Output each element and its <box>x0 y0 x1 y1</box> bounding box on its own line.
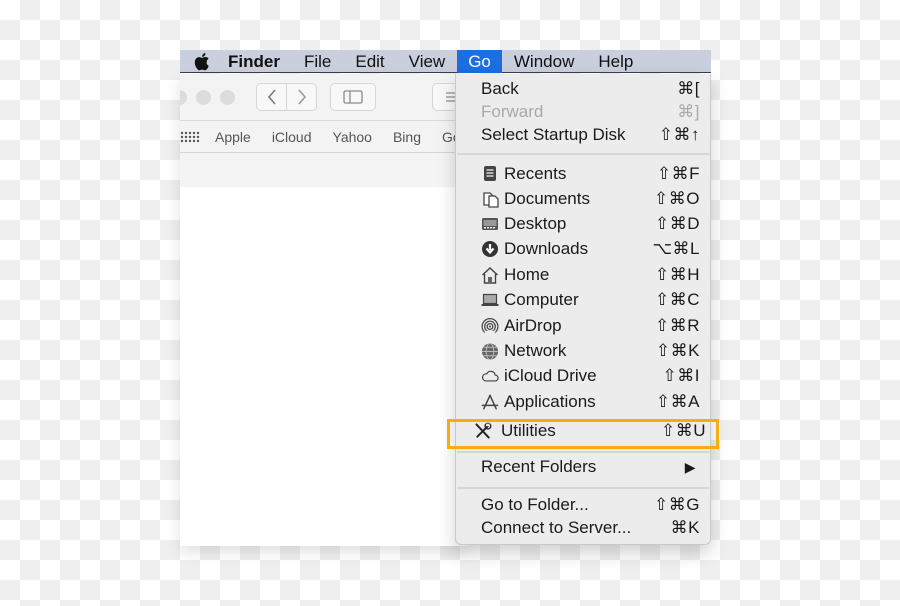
menu-go[interactable]: Go <box>457 49 502 73</box>
menu-finder[interactable]: Finder <box>218 50 292 73</box>
favorites-bar: Apple iCloud Yahoo Bing Go <box>180 121 470 153</box>
menu-item-label: Select Startup Disk <box>481 125 626 144</box>
menu-item-computer[interactable]: Computer ⇧⌘C <box>456 288 710 312</box>
menu-item-label: Recent Folders <box>481 457 597 476</box>
menu-item-label: Back <box>481 79 519 98</box>
menu-item-label: Network <box>504 341 567 360</box>
back-button[interactable] <box>256 83 287 111</box>
menu-item-recent-folders[interactable]: Recent Folders ▶ <box>456 455 710 479</box>
zoom-window-button[interactable] <box>220 90 235 105</box>
favorite-icloud[interactable]: iCloud <box>272 129 312 145</box>
window-toolbar <box>180 74 470 121</box>
menu-window[interactable]: Window <box>502 50 586 73</box>
menu-item-back[interactable]: Back ⌘[ <box>456 77 710 101</box>
desktop-icon <box>481 215 499 233</box>
airdrop-icon <box>481 317 499 335</box>
shortcut: ⇧⌘F <box>656 164 700 183</box>
menu-item-label: Computer <box>504 290 579 309</box>
menu-item-label: Utilities <box>501 421 556 440</box>
menu-item-label: Desktop <box>504 214 567 233</box>
shortcut: ⇧⌘↑ <box>658 125 700 144</box>
menu-item-label: Recents <box>504 164 567 183</box>
window-controls <box>180 90 235 105</box>
menu-item-home[interactable]: Home ⇧⌘H <box>456 263 710 287</box>
menu-item-downloads[interactable]: Downloads ⌥⌘L <box>456 237 710 261</box>
utilities-icon <box>474 422 492 440</box>
menu-item-forward: Forward ⌘] <box>456 100 710 124</box>
menu-item-network[interactable]: Network ⇧⌘K <box>456 339 710 363</box>
favorite-apple[interactable]: Apple <box>215 129 251 145</box>
shortcut: ⇧⌘U <box>660 421 706 440</box>
documents-icon <box>481 190 499 208</box>
chevron-right-icon <box>297 89 306 105</box>
menu-separator <box>457 487 709 489</box>
grid-icon[interactable] <box>180 131 200 143</box>
shortcut: ⌘[ <box>677 79 700 98</box>
menu-item-label: Documents <box>504 189 590 208</box>
menu-file[interactable]: File <box>292 50 343 73</box>
shortcut: ⇧⌘O <box>654 189 700 208</box>
forward-button[interactable] <box>286 83 317 111</box>
menu-item-desktop[interactable]: Desktop ⇧⌘D <box>456 212 710 236</box>
shortcut: ⌥⌘L <box>652 239 700 258</box>
shortcut: ⇧⌘R <box>654 316 700 335</box>
favorite-bing[interactable]: Bing <box>393 129 421 145</box>
shortcut: ⇧⌘D <box>654 214 700 233</box>
menu-item-label: Applications <box>504 392 596 411</box>
close-window-button[interactable] <box>180 90 187 105</box>
menu-item-label: Forward <box>481 102 544 121</box>
sidebar-toggle-button[interactable] <box>330 83 376 111</box>
shortcut: ⇧⌘K <box>655 341 700 360</box>
menu-item-label: Connect to Server... <box>481 518 632 537</box>
go-menu: Back ⌘[ Forward ⌘] Select Startup Disk ⇧… <box>455 74 711 545</box>
menu-item-recents[interactable]: Recents ⇧⌘F <box>456 162 710 186</box>
submenu-arrow-icon: ▶ <box>684 458 696 475</box>
menu-item-label: Go to Folder... <box>481 495 589 514</box>
menu-item-utilities[interactable]: Utilities ⇧⌘U <box>456 419 710 443</box>
favorite-yahoo[interactable]: Yahoo <box>333 129 372 145</box>
menu-item-applications[interactable]: Applications ⇧⌘A <box>456 390 710 414</box>
menu-item-airdrop[interactable]: AirDrop ⇧⌘R <box>456 314 710 338</box>
browser-window: Apple iCloud Yahoo Bing Go <box>180 74 470 546</box>
shortcut: ⇧⌘I <box>662 366 700 385</box>
menu-item-label: Downloads <box>504 239 589 258</box>
tab-strip <box>180 153 470 187</box>
shortcut: ⇧⌘H <box>654 265 700 284</box>
chevron-left-icon <box>267 89 276 105</box>
menu-item-select-startup-disk[interactable]: Select Startup Disk ⇧⌘↑ <box>456 123 710 147</box>
menu-item-go-to-folder[interactable]: Go to Folder... ⇧⌘G <box>456 493 710 517</box>
shortcut: ⇧⌘G <box>654 495 700 514</box>
menu-item-documents[interactable]: Documents ⇧⌘O <box>456 187 710 211</box>
menu-item-icloud-drive[interactable]: iCloud Drive ⇧⌘I <box>456 364 710 388</box>
menu-item-label: iCloud Drive <box>504 366 597 385</box>
applications-icon <box>481 393 499 411</box>
home-icon <box>481 266 499 284</box>
downloads-icon <box>481 240 499 258</box>
shortcut: ⌘] <box>677 102 700 121</box>
icloud-icon <box>481 367 499 385</box>
menu-item-label: Home <box>504 265 550 284</box>
menu-edit[interactable]: Edit <box>343 50 396 73</box>
shortcut: ⇧⌘C <box>654 290 700 309</box>
menu-item-label: AirDrop <box>504 316 562 335</box>
computer-icon <box>481 291 499 309</box>
menu-separator <box>457 451 709 453</box>
menu-help[interactable]: Help <box>586 50 645 73</box>
menu-item-connect-to-server[interactable]: Connect to Server... ⌘K <box>456 516 710 540</box>
menu-bar: Finder File Edit View Go Window Help <box>180 49 711 73</box>
shortcut: ⌘K <box>670 518 700 537</box>
sidebar-icon <box>343 90 363 104</box>
minimize-window-button[interactable] <box>196 90 211 105</box>
menu-view[interactable]: View <box>397 50 458 73</box>
apple-logo-icon[interactable] <box>184 52 218 71</box>
page-content <box>180 187 470 546</box>
network-icon <box>481 342 499 360</box>
recents-icon <box>481 165 499 183</box>
shortcut: ⇧⌘A <box>655 392 700 411</box>
menu-separator <box>457 153 709 155</box>
